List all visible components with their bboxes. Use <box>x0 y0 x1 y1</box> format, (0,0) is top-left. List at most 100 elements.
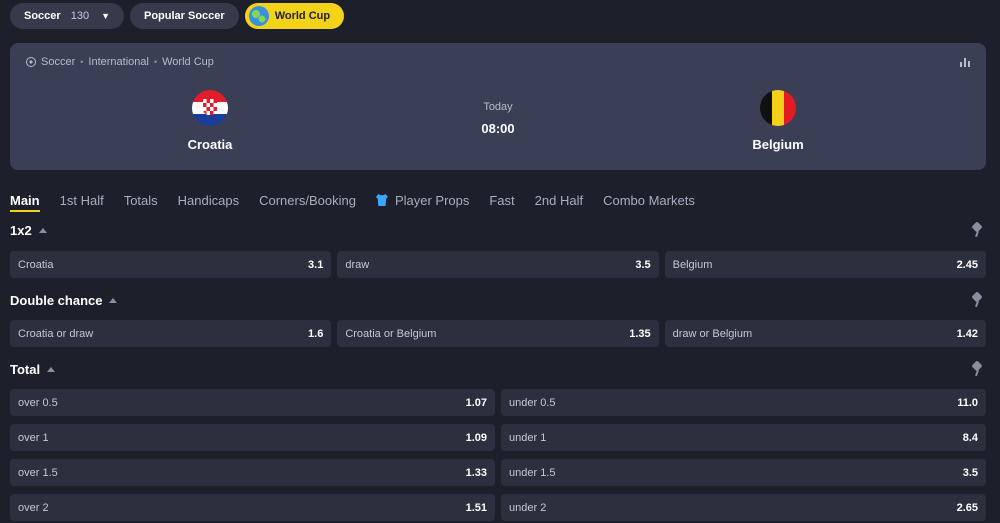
croatia-flag-icon <box>192 90 228 126</box>
chip-soccer-label: Soccer <box>24 10 61 22</box>
odd-value: 3.5 <box>962 466 978 479</box>
pin-icon[interactable] <box>972 293 982 307</box>
odd-button[interactable]: over 1 1.09 <box>10 424 495 451</box>
breadcrumb-league[interactable]: World Cup <box>162 56 214 68</box>
odd-label: under 1.5 <box>509 466 556 479</box>
odd-button[interactable]: under 1 8.4 <box>501 424 986 451</box>
odd-button[interactable]: over 0.5 1.07 <box>10 389 495 416</box>
odd-button[interactable]: over 2 1.51 <box>10 494 495 521</box>
chip-popular-soccer[interactable]: Popular Soccer <box>129 3 239 29</box>
tab-player-props[interactable]: Player Props <box>375 188 470 212</box>
odd-label: Belgium <box>672 258 713 271</box>
away-team-name: Belgium <box>752 137 804 152</box>
odd-value: 8.4 <box>962 431 978 444</box>
breadcrumb-separator: • <box>153 57 158 67</box>
breadcrumb: Soccer • International • World Cup <box>26 56 214 68</box>
market-row-total: over 2 1.51 under 2 2.65 <box>10 494 986 521</box>
market-row-total: over 1.5 1.33 under 1.5 3.5 <box>10 459 986 486</box>
odd-value: 3.5 <box>635 258 651 271</box>
odd-label: Croatia or draw <box>18 327 94 340</box>
pin-icon[interactable] <box>972 223 982 237</box>
tab-handicaps[interactable]: Handicaps <box>178 188 239 212</box>
odd-label: over 1.5 <box>18 466 58 479</box>
odd-value: 11.0 <box>957 396 978 409</box>
tab-corners-booking[interactable]: Corners/Booking <box>259 188 356 212</box>
odd-button[interactable]: under 2 2.65 <box>501 494 986 521</box>
stats-icon[interactable] <box>960 57 970 67</box>
market-row-total: over 1 1.09 under 1 8.4 <box>10 424 986 451</box>
odd-label: over 2 <box>18 501 49 514</box>
odd-value: 2.65 <box>956 501 978 514</box>
chip-soccer-count: 130 <box>70 10 90 22</box>
odd-button[interactable]: Croatia or draw 1.6 <box>10 320 332 347</box>
market-tabs: Main 1st Half Totals Handicaps Corners/B… <box>10 188 695 212</box>
shirt-icon <box>375 194 388 206</box>
tab-player-props-label: Player Props <box>394 192 470 208</box>
chip-soccer[interactable]: Soccer 130 ▼ <box>10 3 124 29</box>
odd-button[interactable]: under 0.5 11.0 <box>501 389 986 416</box>
odd-label: under 2 <box>509 501 547 514</box>
odd-label: draw or Belgium <box>672 327 753 340</box>
globe-icon <box>248 6 269 26</box>
odd-value: 1.6 <box>308 327 324 340</box>
odd-label: Croatia <box>18 258 54 271</box>
odd-label: draw <box>345 258 370 271</box>
market-row-1x2: Croatia 3.1 draw 3.5 Belgium 2.45 <box>10 251 986 278</box>
market-header-1x2[interactable]: 1x2 <box>10 220 986 240</box>
collapse-triangle-icon[interactable] <box>38 227 47 233</box>
odd-value: 1.33 <box>465 466 487 479</box>
market-title: Double chance <box>10 292 103 308</box>
chevron-down-icon[interactable]: ▼ <box>101 11 110 21</box>
odd-value: 1.51 <box>465 501 487 514</box>
chip-world-cup[interactable]: World Cup <box>244 3 345 29</box>
odd-label: over 1 <box>18 431 49 444</box>
market-row-double-chance: Croatia or draw 1.6 Croatia or Belgium 1… <box>10 320 986 347</box>
odd-button[interactable]: draw 3.5 <box>337 251 659 278</box>
odd-value: 3.1 <box>308 258 324 271</box>
odd-button[interactable]: draw or Belgium 1.42 <box>664 320 986 347</box>
breadcrumb-region[interactable]: International <box>88 56 149 68</box>
chip-world-cup-label: World Cup <box>274 10 331 22</box>
market-title: Total <box>10 361 41 377</box>
odd-value: 1.09 <box>465 431 487 444</box>
chip-popular-label: Popular Soccer <box>143 10 225 22</box>
event-card: Soccer • International • World Cup Croat… <box>10 43 986 170</box>
tab-main[interactable]: Main <box>10 188 40 212</box>
odd-value: 1.35 <box>629 327 651 340</box>
tab-fast[interactable]: Fast <box>489 188 514 212</box>
pin-icon[interactable] <box>972 362 982 376</box>
odd-label: over 0.5 <box>18 396 58 409</box>
market-header-double-chance[interactable]: Double chance <box>10 290 986 310</box>
kickoff-time: Today 08:00 <box>448 101 548 136</box>
soccer-ball-icon <box>26 57 36 67</box>
tab-1st-half[interactable]: 1st Half <box>60 188 104 212</box>
sport-chips: Soccer 130 ▼ Popular Soccer World Cup <box>10 3 345 29</box>
odd-label: under 1 <box>509 431 547 444</box>
belgium-flag-icon <box>760 90 796 126</box>
odd-button[interactable]: Belgium 2.45 <box>664 251 986 278</box>
home-team-name: Croatia <box>187 137 233 152</box>
odd-value: 2.45 <box>956 258 978 271</box>
odd-value: 1.42 <box>956 327 978 340</box>
kickoff-day: Today <box>483 101 513 113</box>
breadcrumb-sport[interactable]: Soccer <box>41 56 75 68</box>
odd-button[interactable]: Croatia or Belgium 1.35 <box>337 320 659 347</box>
odd-value: 1.07 <box>465 396 487 409</box>
tab-totals[interactable]: Totals <box>124 188 158 212</box>
odd-button[interactable]: over 1.5 1.33 <box>10 459 495 486</box>
home-team: Croatia <box>150 90 270 152</box>
market-header-total[interactable]: Total <box>10 359 986 379</box>
odd-label: Croatia or Belgium <box>345 327 437 340</box>
collapse-triangle-icon[interactable] <box>109 297 118 303</box>
market-row-total: over 0.5 1.07 under 0.5 11.0 <box>10 389 986 416</box>
away-team: Belgium <box>718 90 838 152</box>
odd-label: under 0.5 <box>509 396 556 409</box>
kickoff-clock: 08:00 <box>481 121 515 136</box>
breadcrumb-separator: • <box>80 57 84 67</box>
market-title: 1x2 <box>10 222 32 238</box>
tab-2nd-half[interactable]: 2nd Half <box>535 188 583 212</box>
tab-combo-markets[interactable]: Combo Markets <box>603 188 695 212</box>
odd-button[interactable]: under 1.5 3.5 <box>501 459 986 486</box>
collapse-triangle-icon[interactable] <box>47 366 56 372</box>
odd-button[interactable]: Croatia 3.1 <box>10 251 332 278</box>
